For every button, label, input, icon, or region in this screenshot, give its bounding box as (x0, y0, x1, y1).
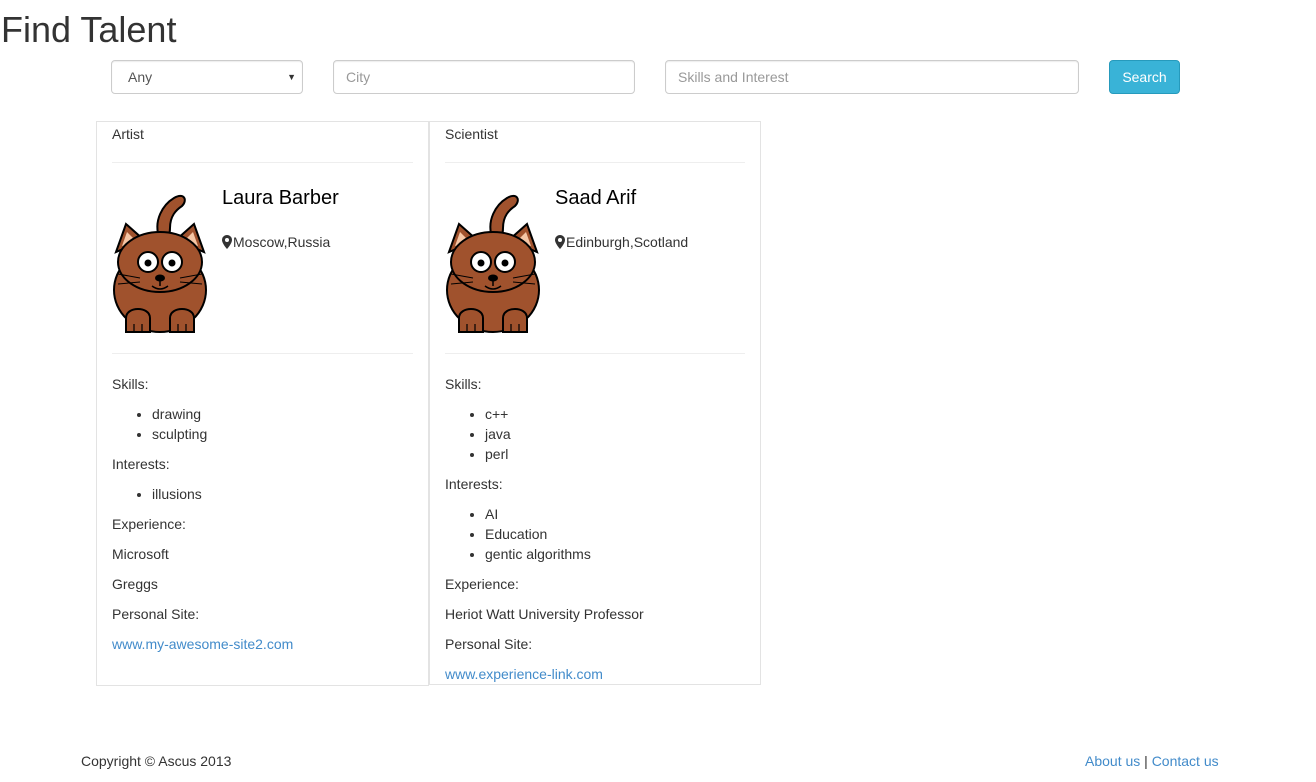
experience-item: Microsoft (112, 546, 169, 562)
interest-item: gentic algorithms (485, 544, 745, 564)
interests-list: AI Education gentic algorithms (445, 504, 745, 564)
interests-label: Interests: (112, 456, 170, 472)
category-select[interactable]: Any ▼ (111, 60, 303, 94)
experience-item: Greggs (112, 576, 158, 592)
skills-list: c++ java perl (445, 404, 745, 464)
skills-list: drawing sculpting (112, 404, 413, 444)
profile-details: Skills: c++ java perl Interests: AI Educ… (445, 374, 745, 694)
divider (445, 353, 745, 354)
interest-item: Education (485, 524, 745, 544)
skills-interest-input[interactable] (665, 60, 1079, 94)
skill-item: sculpting (152, 424, 413, 444)
page-title: Find Talent (1, 9, 177, 50)
profile-location-text: Moscow,Russia (233, 234, 331, 250)
experience-item: Heriot Watt University Professor (445, 606, 644, 622)
experience-label: Experience: (112, 516, 186, 532)
map-marker-icon (222, 235, 232, 249)
profile-name: Laura Barber (222, 187, 339, 209)
profile-location: Moscow,Russia (222, 230, 330, 254)
profile-name: Saad Arif (555, 187, 637, 209)
profile-location-text: Edinburgh,Scotland (566, 234, 689, 250)
footer-links: About us | Contact us (1085, 751, 1219, 771)
profile-category: Artist (112, 126, 144, 142)
personal-site-link[interactable]: www.experience-link.com (445, 666, 603, 682)
experience-label: Experience: (445, 576, 519, 592)
profile-location: Edinburgh,Scotland (555, 230, 688, 254)
personal-site-label: Personal Site: (112, 606, 200, 622)
profile-category: Scientist (445, 126, 498, 142)
personal-site-label: Personal Site: (445, 636, 533, 652)
interest-item: illusions (152, 484, 413, 504)
skill-item: java (485, 424, 745, 444)
search-button[interactable]: Search (1109, 60, 1180, 94)
footer-copyright: Copyright © Ascus 2013 (81, 753, 232, 769)
skills-label: Skills: (112, 376, 149, 392)
contact-us-link[interactable]: Contact us (1152, 753, 1219, 769)
profile-card: Scientist Saad Arif Edinburgh,Scotland S… (429, 121, 761, 685)
skill-item: perl (485, 444, 745, 464)
interest-item: AI (485, 504, 745, 524)
skill-item: c++ (485, 404, 745, 424)
cat-avatar-icon (445, 182, 541, 334)
caret-down-icon: ▼ (287, 72, 296, 82)
divider (112, 162, 413, 163)
skill-item: drawing (152, 404, 413, 424)
cat-avatar-icon (112, 182, 208, 334)
footer-separator: | (1144, 753, 1148, 769)
category-selected-value: Any (128, 69, 153, 85)
personal-site-link[interactable]: www.my-awesome-site2.com (112, 636, 293, 652)
interests-list: illusions (112, 484, 413, 504)
city-input[interactable] (333, 60, 635, 94)
skills-label: Skills: (445, 376, 482, 392)
about-us-link[interactable]: About us (1085, 753, 1140, 769)
profile-details: Skills: drawing sculpting Interests: ill… (112, 374, 413, 664)
map-marker-icon (555, 235, 565, 249)
divider (112, 353, 413, 354)
profile-card: Artist Laura Barber Moscow,Russia Skills… (96, 121, 429, 686)
interests-label: Interests: (445, 476, 503, 492)
divider (445, 162, 745, 163)
